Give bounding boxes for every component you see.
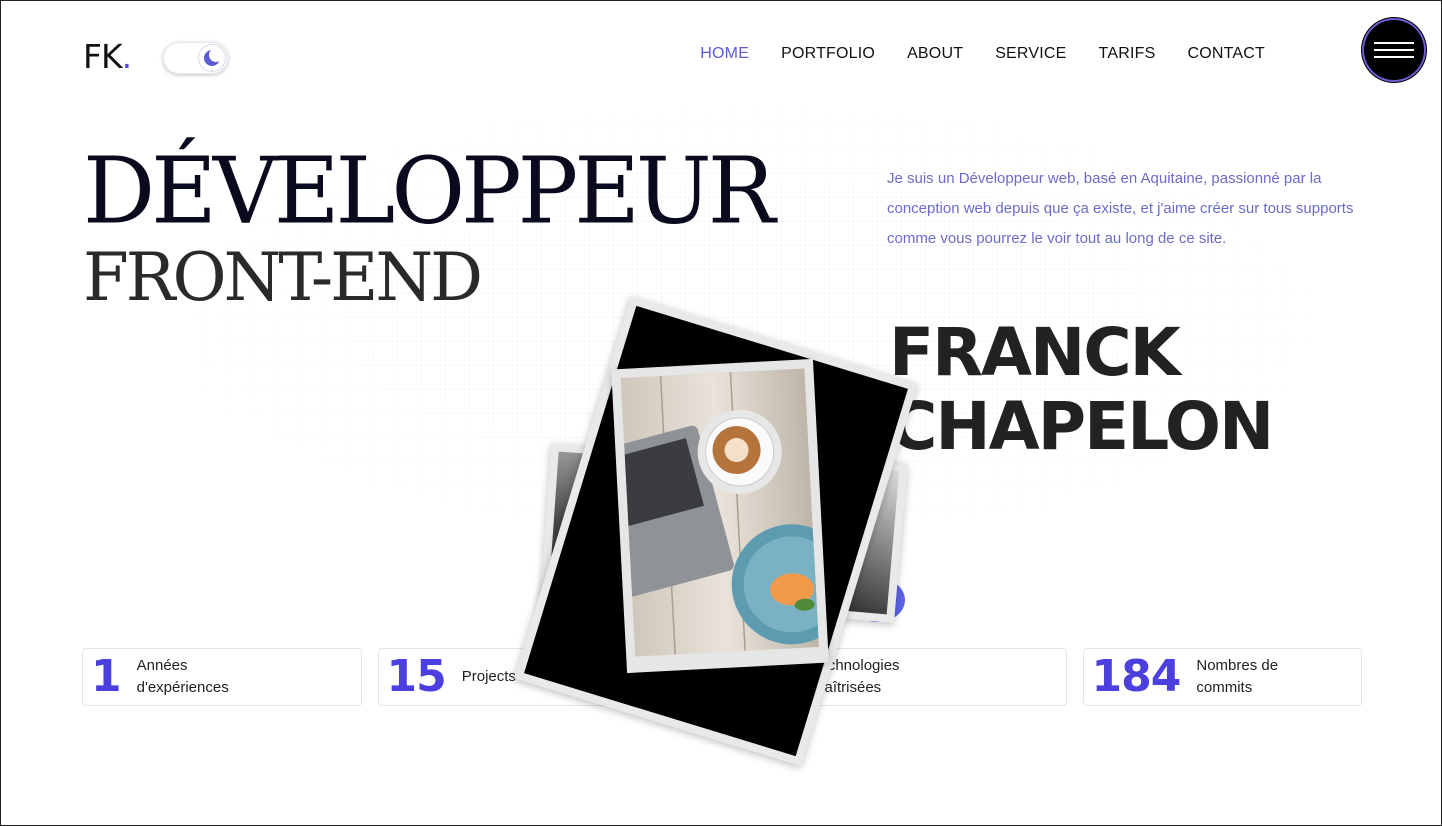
nav-contact[interactable]: CONTACT: [1187, 45, 1265, 63]
hamburger-line: [1374, 49, 1414, 51]
site-logo[interactable]: FK.: [83, 37, 132, 76]
stat-value: 1: [91, 651, 122, 702]
photo-card-coffee: [611, 358, 829, 674]
hamburger-line: [1374, 56, 1414, 58]
name-last: CHAPELON: [889, 388, 1274, 465]
nav-portfolio[interactable]: PORTFOLIO: [781, 45, 875, 63]
hamburger-line: [1374, 42, 1414, 44]
logo-dot: .: [121, 37, 132, 76]
hamburger-icon[interactable]: [1362, 18, 1426, 82]
logo-text: FK: [83, 37, 123, 76]
hero-name: FRANCK CHAPELON: [889, 314, 1274, 465]
hero-title-line2: FRONT-END: [83, 239, 483, 316]
main-nav: HOME PORTFOLIO ABOUT SERVICE TARIFS CONT…: [700, 45, 1265, 63]
stat-label: Années d'expériences: [136, 657, 229, 696]
stat-card: 184 Nombres de commits: [1082, 648, 1362, 706]
coffee-laptop-photo: [620, 368, 819, 657]
name-first: FRANCK: [889, 314, 1181, 391]
moon-icon: [204, 48, 222, 66]
nav-service[interactable]: SERVICE: [995, 45, 1066, 63]
page-frame: FK. HOME PORTFOLIO ABOUT SERVICE TARIFS …: [0, 0, 1442, 826]
hero-bio: Je suis un Développeur web, basé en Aqui…: [887, 170, 1354, 247]
stat-card: 1 Années d'expériences: [82, 648, 362, 706]
stat-value: 184: [1091, 651, 1182, 702]
hero-title-line1: DÉVELOPPEUR: [83, 137, 776, 246]
nav-home[interactable]: HOME: [700, 45, 749, 63]
nav-about[interactable]: ABOUT: [907, 45, 963, 63]
nav-tarifs[interactable]: TARIFS: [1099, 45, 1156, 63]
stat-label: Nombres de commits: [1196, 657, 1279, 696]
toggle-knob: [199, 45, 225, 71]
photo-stack: [514, 291, 921, 767]
stat-value: 15: [386, 651, 447, 702]
theme-toggle[interactable]: [163, 42, 228, 74]
